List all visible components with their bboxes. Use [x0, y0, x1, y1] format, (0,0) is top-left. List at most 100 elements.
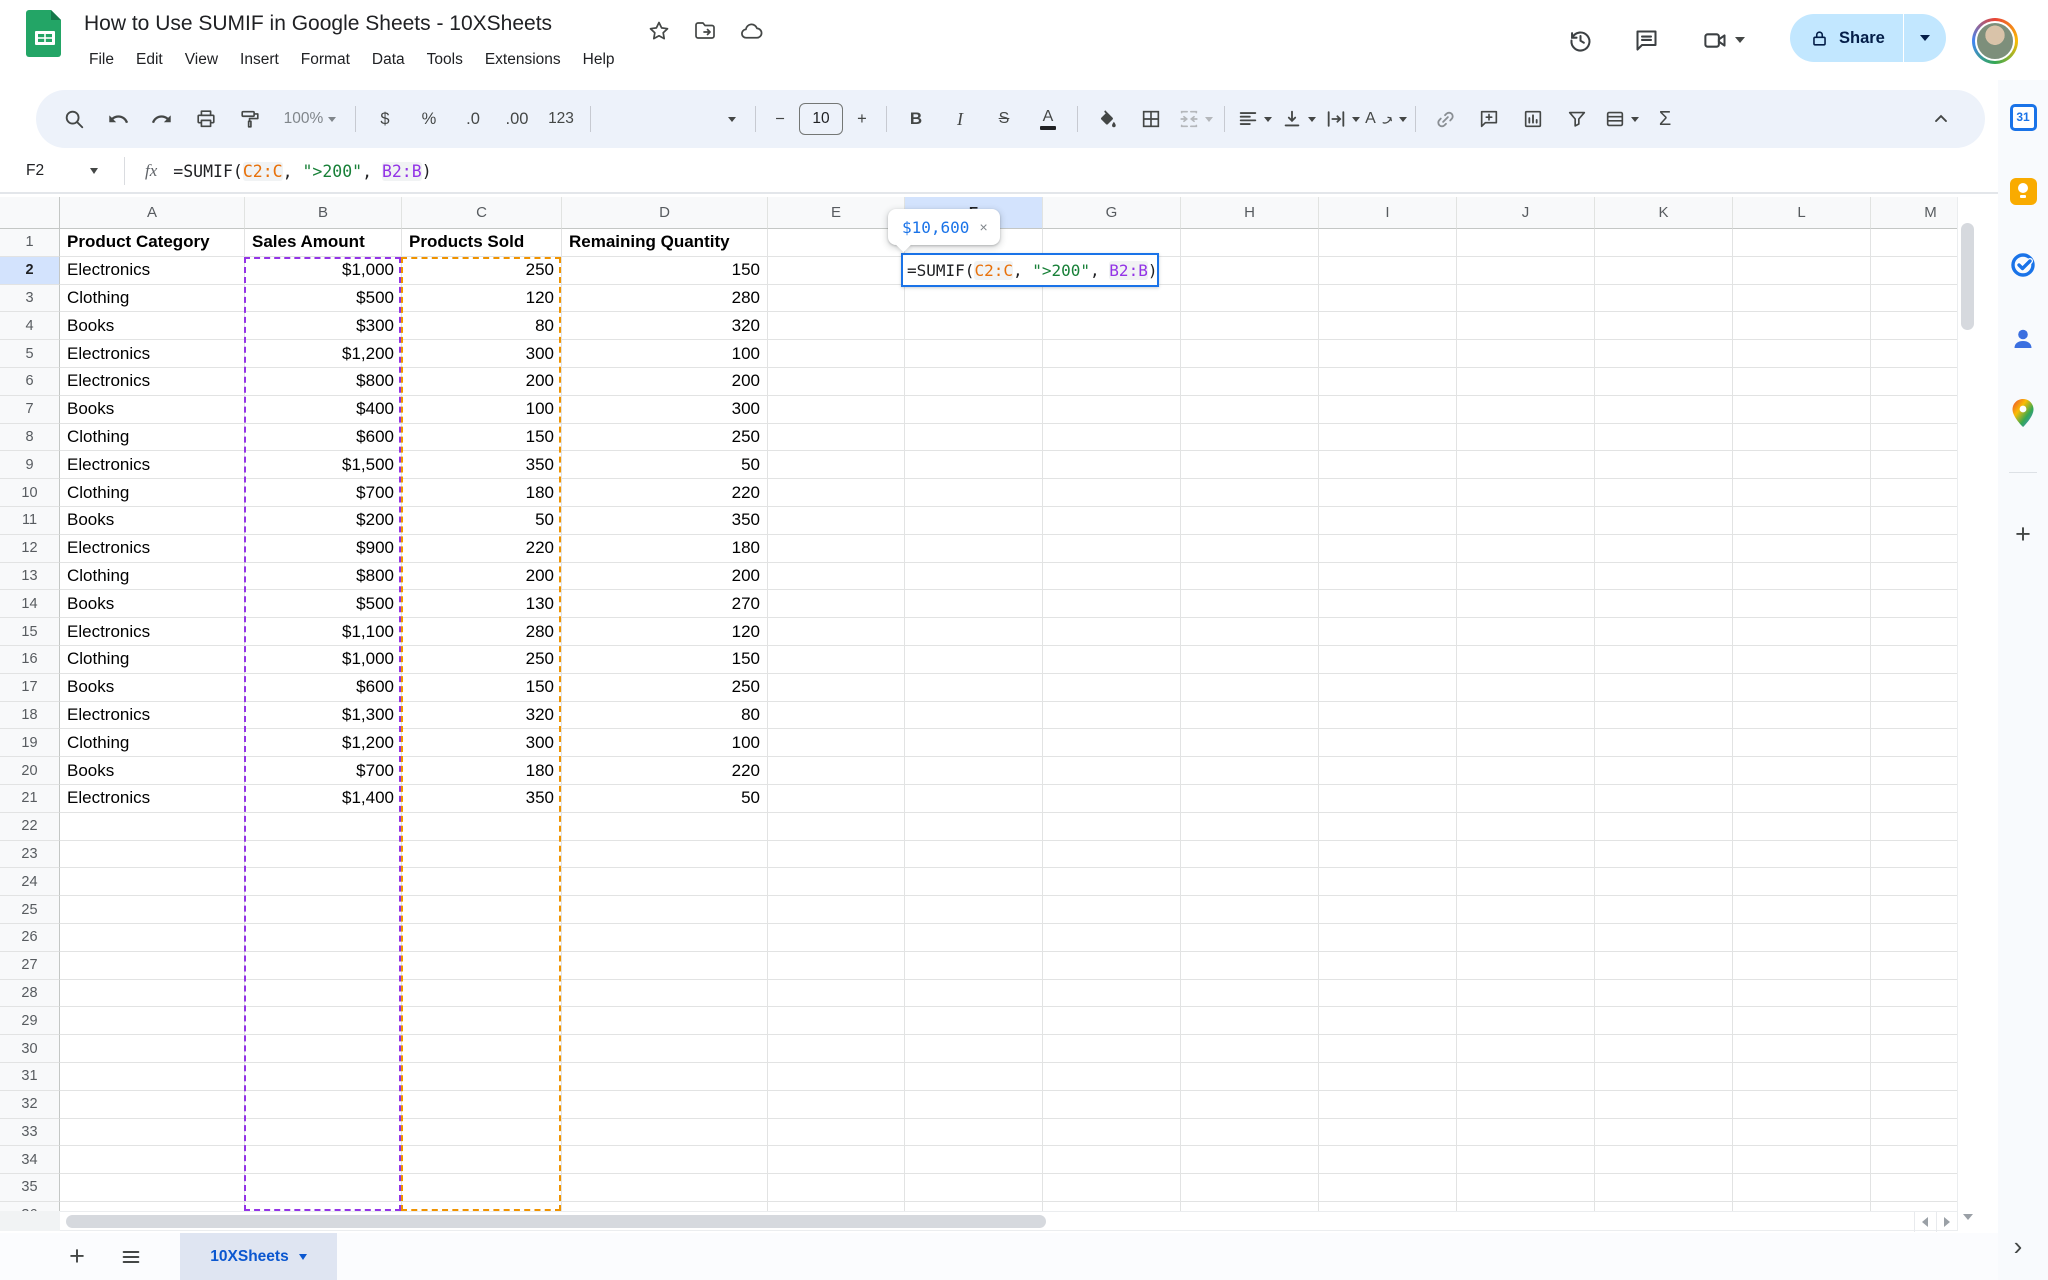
cell-G20[interactable] — [1043, 757, 1181, 785]
cell-H11[interactable] — [1181, 506, 1319, 535]
cell-G29[interactable] — [1043, 1007, 1181, 1036]
cell-D16[interactable]: 150 — [562, 645, 768, 674]
cell-E33[interactable] — [768, 1118, 905, 1147]
cell-M18[interactable] — [1871, 701, 1957, 730]
cell-M6[interactable] — [1871, 367, 1957, 396]
cell-F33[interactable] — [905, 1118, 1043, 1147]
cell-F7[interactable] — [905, 395, 1043, 424]
cell-E12[interactable] — [768, 534, 905, 563]
cell-L15[interactable] — [1733, 618, 1871, 646]
cell-J25[interactable] — [1457, 896, 1595, 924]
cell-C27[interactable] — [402, 951, 562, 980]
strikethrough-button[interactable]: S — [982, 99, 1026, 139]
cell-M15[interactable] — [1871, 618, 1957, 646]
cell-J17[interactable] — [1457, 673, 1595, 702]
cell-K12[interactable] — [1595, 534, 1733, 563]
cell-J5[interactable] — [1457, 340, 1595, 368]
cell-K20[interactable] — [1595, 757, 1733, 785]
cell-H31[interactable] — [1181, 1062, 1319, 1091]
cell-G33[interactable] — [1043, 1118, 1181, 1147]
cell-D2[interactable]: 150 — [562, 256, 768, 285]
increase-decimal-button[interactable]: .00 — [495, 99, 539, 139]
row-header-35[interactable]: 35 — [0, 1174, 60, 1202]
cell-J21[interactable] — [1457, 784, 1595, 813]
cell-D6[interactable]: 200 — [562, 367, 768, 396]
cell-A26[interactable] — [60, 923, 245, 952]
cell-G19[interactable] — [1043, 729, 1181, 758]
cell-D33[interactable] — [562, 1118, 768, 1147]
preview-close-icon[interactable]: × — [979, 219, 987, 235]
cell-D24[interactable] — [562, 868, 768, 897]
cell-I26[interactable] — [1319, 923, 1457, 952]
column-header-L[interactable]: L — [1733, 197, 1871, 229]
cell-A1[interactable]: Product Category — [60, 229, 245, 257]
cell-C3[interactable]: 120 — [402, 284, 562, 313]
cell-J27[interactable] — [1457, 951, 1595, 980]
cell-J19[interactable] — [1457, 729, 1595, 758]
cell-M29[interactable] — [1871, 1007, 1957, 1036]
cell-I5[interactable] — [1319, 340, 1457, 368]
cell-C18[interactable]: 320 — [402, 701, 562, 730]
select-all-corner[interactable] — [0, 197, 60, 229]
cell-L18[interactable] — [1733, 701, 1871, 730]
cell-H1[interactable] — [1181, 229, 1319, 257]
cell-F14[interactable] — [905, 590, 1043, 619]
cell-B20[interactable]: $700 — [245, 757, 402, 785]
cell-E7[interactable] — [768, 395, 905, 424]
show-side-panel-button[interactable]: › — [2000, 1228, 2036, 1264]
cell-L17[interactable] — [1733, 673, 1871, 702]
cell-I19[interactable] — [1319, 729, 1457, 758]
cell-J10[interactable] — [1457, 479, 1595, 507]
cell-C7[interactable]: 100 — [402, 395, 562, 424]
cell-I15[interactable] — [1319, 618, 1457, 646]
cell-A3[interactable]: Clothing — [60, 284, 245, 313]
cell-A6[interactable]: Electronics — [60, 367, 245, 396]
cell-K34[interactable] — [1595, 1146, 1733, 1175]
cell-A12[interactable]: Electronics — [60, 534, 245, 563]
cell-F21[interactable] — [905, 784, 1043, 813]
cell-J1[interactable] — [1457, 229, 1595, 257]
cell-J14[interactable] — [1457, 590, 1595, 619]
cell-M12[interactable] — [1871, 534, 1957, 563]
cell-A22[interactable] — [60, 812, 245, 841]
cell-M1[interactable] — [1871, 229, 1957, 257]
cell-A11[interactable]: Books — [60, 506, 245, 535]
contacts-icon[interactable] — [2009, 325, 2037, 353]
cell-I24[interactable] — [1319, 868, 1457, 897]
cell-K4[interactable] — [1595, 312, 1733, 341]
row-header-5[interactable]: 5 — [0, 340, 60, 368]
cell-B9[interactable]: $1,500 — [245, 451, 402, 480]
row-header-28[interactable]: 28 — [0, 979, 60, 1008]
cell-H4[interactable] — [1181, 312, 1319, 341]
cell-L24[interactable] — [1733, 868, 1871, 897]
row-header-2[interactable]: 2 — [0, 256, 60, 285]
cell-C34[interactable] — [402, 1146, 562, 1175]
video-call-dropdown[interactable] — [1734, 37, 1745, 43]
cell-K11[interactable] — [1595, 506, 1733, 535]
cell-M24[interactable] — [1871, 868, 1957, 897]
cell-M26[interactable] — [1871, 923, 1957, 952]
redo-button[interactable] — [140, 99, 184, 139]
cell-G28[interactable] — [1043, 979, 1181, 1008]
cell-L3[interactable] — [1733, 284, 1871, 313]
row-header-13[interactable]: 13 — [0, 562, 60, 591]
cell-I23[interactable] — [1319, 840, 1457, 869]
cell-B11[interactable]: $200 — [245, 506, 402, 535]
format-currency-button[interactable]: $ — [363, 99, 407, 139]
cell-B32[interactable] — [245, 1090, 402, 1119]
cell-E17[interactable] — [768, 673, 905, 702]
paint-format-button[interactable] — [228, 99, 272, 139]
cell-K6[interactable] — [1595, 367, 1733, 396]
cell-H3[interactable] — [1181, 284, 1319, 313]
cell-M22[interactable] — [1871, 812, 1957, 841]
column-header-H[interactable]: H — [1181, 197, 1319, 229]
cell-L7[interactable] — [1733, 395, 1871, 424]
cell-G25[interactable] — [1043, 896, 1181, 924]
cell-D35[interactable] — [562, 1174, 768, 1202]
cell-H21[interactable] — [1181, 784, 1319, 813]
vertical-scrollbar-thumb[interactable] — [1961, 223, 1974, 330]
cell-M36[interactable] — [1871, 1201, 1957, 1211]
cell-H2[interactable] — [1181, 256, 1319, 285]
cell-A7[interactable]: Books — [60, 395, 245, 424]
cell-I14[interactable] — [1319, 590, 1457, 619]
